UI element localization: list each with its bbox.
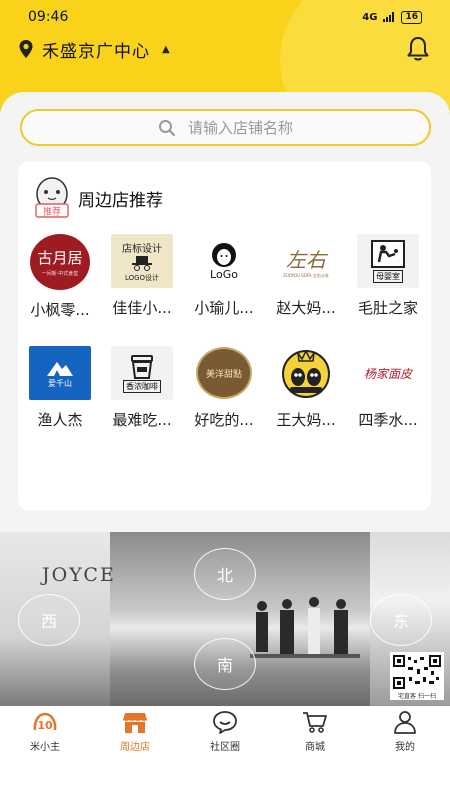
- store-icon: [123, 713, 147, 733]
- qr-code[interactable]: 宅直客 扫一扫: [390, 652, 444, 700]
- tab-profile[interactable]: 我的: [360, 706, 450, 800]
- store-logo: 美洋甜點: [193, 346, 255, 400]
- store-name: 好吃的...: [194, 411, 254, 429]
- store-logo-subtext: 一间新·中式食堂: [41, 271, 79, 277]
- bottom-tab-bar: 10 米小主 周边店 社区圈 商城 我的: [0, 706, 450, 800]
- store-item[interactable]: 左右 ZUOYOU SOFA 左右沙发 赵大妈...: [266, 234, 346, 318]
- store-item[interactable]: LoGo 小瑜儿...: [184, 234, 264, 318]
- qr-code-icon: [393, 655, 441, 689]
- tab-label: 周边店: [120, 742, 150, 753]
- store-item[interactable]: 杨家面皮 四季水...: [348, 346, 428, 430]
- status-bar: 09:46 4G 16: [0, 0, 450, 34]
- mascot-icon: 推荐: [35, 177, 69, 218]
- tab-label: 社区圈: [210, 742, 240, 753]
- tab-home[interactable]: 10 米小主: [0, 706, 90, 800]
- store-logo-subtext: LOGO设计: [124, 273, 160, 282]
- status-time: 09:46: [28, 9, 69, 25]
- store-search-input[interactable]: 请输入店铺名称: [20, 109, 431, 146]
- network-indicator: 4G: [362, 11, 378, 23]
- tab-nearby-stores[interactable]: 周边店: [90, 706, 180, 800]
- status-icons: 4G 16: [362, 10, 422, 24]
- store-logo-text: 爱千山: [48, 378, 72, 388]
- store-logo-subtext: ZUOYOU SOFA 左右沙发: [283, 272, 329, 278]
- store-logo-text: 香浓咖啡: [123, 379, 161, 393]
- store-logo-text: 古月居: [37, 249, 83, 267]
- store-item[interactable]: 母婴室 毛肚之家: [348, 234, 428, 318]
- svg-text:10: 10: [37, 719, 53, 732]
- store-logo: 杨家面皮: [357, 346, 419, 400]
- store-name: 小枫零...: [30, 301, 90, 319]
- tab-label: 我的: [395, 742, 415, 753]
- store-name: 赵大妈...: [276, 299, 336, 317]
- notification-bell-icon[interactable]: [406, 36, 430, 62]
- store-item[interactable]: 古月居 一间新·中式食堂 小枫零...: [20, 234, 100, 320]
- store-name: 四季水...: [358, 411, 418, 429]
- store-name: 小瑜儿...: [194, 299, 254, 317]
- nearby-stores-card: 推荐 周边店推荐 古月居 一间新·中式食堂 小枫零... 店标设计 LOGO设计…: [18, 162, 431, 510]
- store-name: 王大妈...: [276, 411, 336, 429]
- location-name[interactable]: 禾盛京广中心: [42, 37, 150, 62]
- user-icon: [394, 711, 416, 734]
- section-title: 周边店推荐: [78, 190, 163, 211]
- search-placeholder: 请输入店铺名称: [187, 119, 293, 137]
- store-item[interactable]: 爱千山 渔人杰: [20, 346, 100, 430]
- nursing-room-icon: [371, 239, 405, 268]
- store-logo: 母婴室: [357, 234, 419, 288]
- direction-south-button[interactable]: 南: [194, 638, 256, 690]
- chat-bubble-icon: [213, 711, 237, 734]
- mustache-hat-icon: [132, 255, 152, 271]
- tab-label: 商城: [305, 742, 325, 753]
- dessert-badge: 美洋甜點: [196, 347, 252, 399]
- store-logo-text: 左右: [286, 247, 326, 272]
- store-name: 佳佳小...: [112, 299, 172, 317]
- cart-icon: [303, 712, 327, 733]
- store-item[interactable]: 店标设计 LOGO设计 佳佳小...: [102, 234, 182, 318]
- store-item[interactable]: 香浓咖啡 最难吃...: [102, 346, 182, 430]
- store-item[interactable]: 王大妈...: [266, 346, 346, 430]
- signal-icon: [383, 12, 395, 22]
- mountain-logo-icon: [47, 361, 73, 376]
- store-logo-text: LoGo: [210, 267, 238, 281]
- battery-icon: 16: [401, 10, 422, 24]
- store-logo: 店标设计 LOGO设计: [111, 234, 173, 288]
- store-logo: 左右 ZUOYOU SOFA 左右沙发: [275, 234, 337, 288]
- store-logo-text: 店标设计: [122, 243, 162, 255]
- store-item[interactable]: 美洋甜點 好吃的...: [184, 346, 264, 430]
- location-dropdown-icon[interactable]: ▲: [162, 44, 170, 55]
- location-pin-icon: [19, 40, 33, 58]
- store-logo: 爱千山: [29, 346, 91, 400]
- qr-caption: 宅直客 扫一扫: [398, 693, 436, 700]
- store-name: 毛肚之家: [357, 299, 418, 317]
- coffee-cup-icon: [131, 354, 153, 379]
- location-bar: 禾盛京广中心 ▲: [0, 34, 450, 64]
- store-logo-text: 杨家面皮: [363, 366, 412, 381]
- store-logo-text: 美洋甜點: [205, 369, 242, 380]
- store-logo: 香浓咖啡: [111, 346, 173, 400]
- tab-community[interactable]: 社区圈: [180, 706, 270, 800]
- store-name: 渔人杰: [37, 411, 83, 429]
- girl-avatar-icon: [212, 242, 236, 267]
- brand-logo-icon: 10: [33, 712, 57, 732]
- direction-west-button[interactable]: 西: [18, 594, 80, 646]
- store-logo: LoGo: [193, 234, 255, 288]
- mannequins-image: [250, 597, 360, 658]
- search-icon: [158, 119, 176, 136]
- cats-crown-icon: [282, 349, 330, 398]
- store-logo: [275, 346, 337, 400]
- direction-east-button[interactable]: 东: [370, 594, 432, 646]
- mascot-label: 推荐: [43, 206, 61, 218]
- tab-label: 米小主: [30, 742, 60, 753]
- store-logo-text: 母婴室: [373, 269, 403, 283]
- section-header: 推荐 周边店推荐: [32, 176, 163, 220]
- tab-mall[interactable]: 商城: [270, 706, 360, 800]
- direction-north-button[interactable]: 北: [194, 548, 256, 600]
- store-name: 最难吃...: [112, 411, 172, 429]
- store-brand-sign: JOYCE: [42, 564, 116, 586]
- panorama-view[interactable]: JOYCE 北 南 西 东 宅直客 扫一扫: [0, 532, 450, 706]
- store-logo: 古月居 一间新·中式食堂: [30, 234, 90, 290]
